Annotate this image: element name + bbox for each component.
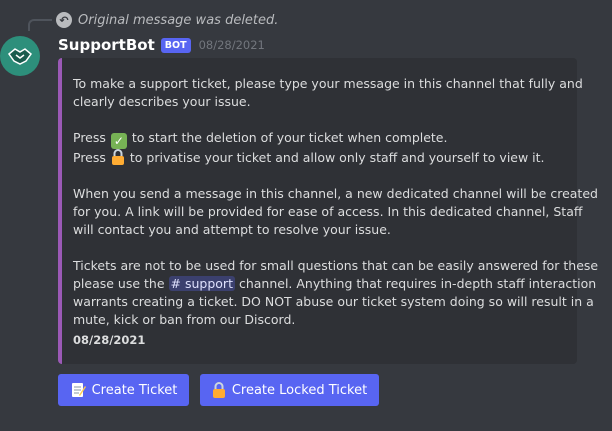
text-fragment: to privatise your ticket and allow only … xyxy=(129,150,545,165)
text-line: When you send a message in this channel,… xyxy=(73,186,598,201)
text-line-with-mention: please use the # support channel. Anythi… xyxy=(73,275,596,293)
paragraph-intro: To make a support ticket, please type yo… xyxy=(73,75,583,111)
reply-spine xyxy=(28,19,52,31)
check-mark-icon: ✓ xyxy=(110,133,127,149)
embed: To make a support ticket, please type yo… xyxy=(58,58,599,364)
create-locked-ticket-label: Create Locked Ticket xyxy=(231,382,368,398)
create-ticket-button[interactable]: Create Ticket xyxy=(58,374,189,406)
create-ticket-label: Create Ticket xyxy=(91,382,178,398)
message-timestamp: 08/28/2021 xyxy=(198,38,265,52)
author-name[interactable]: SupportBot xyxy=(58,36,155,54)
text-line: To make a support ticket, please type yo… xyxy=(73,76,583,91)
embed-description: To make a support ticket, please type yo… xyxy=(73,75,599,347)
text-fragment: to start the deletion of your ticket whe… xyxy=(131,130,448,145)
paragraph-tickets: Tickets are not to be used for small que… xyxy=(73,257,599,329)
press-lock-line: Press to privatise your ticket and allow… xyxy=(73,149,563,167)
lock-icon xyxy=(212,382,225,398)
reply-reference[interactable]: ↶ Original message was deleted. xyxy=(56,11,278,29)
paragraph-press: Press ✓ to start the deletion of your ti… xyxy=(73,129,563,167)
text-line: warrants creating a ticket. DO NOT abuse… xyxy=(73,294,594,309)
press-check-line: Press ✓ to start the deletion of your ti… xyxy=(73,129,563,149)
reply-text: Original message was deleted. xyxy=(78,12,279,28)
avatar[interactable] xyxy=(0,36,40,76)
text-line: will contact you and attempt to resolve … xyxy=(73,222,391,237)
text-line: clearly describes your issue. xyxy=(73,94,251,109)
text-fragment: please use the xyxy=(73,276,165,291)
channel-mention-support[interactable]: # support xyxy=(168,276,235,291)
bot-badge: BOT xyxy=(160,37,191,53)
create-locked-ticket-button[interactable]: Create Locked Ticket xyxy=(200,374,379,406)
text-line: for you. A link will be provided for eas… xyxy=(73,204,583,219)
text-fragment: Press xyxy=(73,130,106,145)
text-line: mute, kick or ban from our Discord. xyxy=(73,312,296,327)
text-fragment: Press xyxy=(73,150,106,165)
embed-footer-date: 08/28/2021 xyxy=(73,333,146,347)
reply-arrow-icon: ↶ xyxy=(56,12,72,28)
message-header: SupportBot BOT 08/28/2021 xyxy=(58,36,265,54)
text-fragment: channel. Anything that requires in-depth… xyxy=(238,276,597,291)
handshake-icon xyxy=(7,48,33,65)
memo-icon xyxy=(71,383,86,397)
text-line: Tickets are not to be used for small que… xyxy=(73,258,599,273)
lock-icon xyxy=(111,149,124,165)
paragraph-channel: When you send a message in this channel,… xyxy=(73,185,598,239)
